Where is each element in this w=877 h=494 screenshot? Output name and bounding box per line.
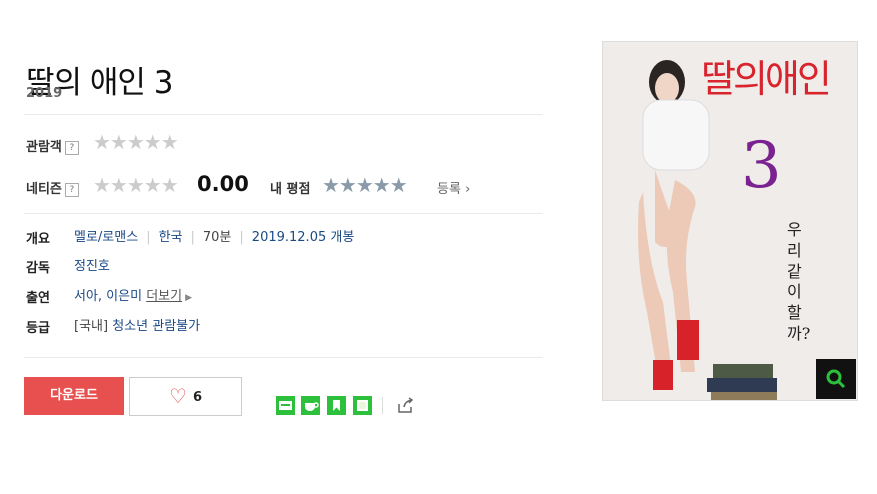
help-icon[interactable]: ?: [64, 183, 79, 197]
divider: [382, 397, 383, 414]
netizen-rating-label: 네티즌?: [26, 178, 79, 197]
divider: [24, 357, 543, 358]
cast-link[interactable]: 서아, 이은미: [74, 289, 142, 304]
poster-number: 3: [741, 129, 782, 203]
grade-label: 등급: [26, 321, 50, 336]
country-link[interactable]: 한국: [159, 230, 183, 245]
share-icon[interactable]: [396, 396, 415, 415]
release-date-link[interactable]: 2019.12.05 개봉: [252, 230, 355, 245]
more-cast-link[interactable]: 더보기: [146, 289, 182, 304]
like-button[interactable]: ♡ 6: [129, 377, 242, 416]
divider: [24, 213, 543, 214]
blog-share-icon[interactable]: [276, 396, 295, 415]
heart-icon: ♡: [169, 384, 187, 408]
cast-label: 출연: [26, 291, 50, 306]
cafe-share-icon[interactable]: [301, 396, 320, 415]
overview-values: 멜로/로맨스 | 한국 | 70분 | 2019.12.05 개봉: [74, 230, 355, 245]
genre-link[interactable]: 멜로/로맨스: [74, 230, 138, 245]
cast-values: 서아, 이은미 더보기 ▶: [74, 285, 192, 304]
movie-poster[interactable]: 딸의애인 3 우리 같이 할까?: [602, 41, 858, 401]
netizen-score: 0.00: [197, 172, 249, 196]
caret-right-icon: ▶: [185, 293, 193, 303]
search-icon: [826, 369, 846, 389]
director-label: 감독: [26, 261, 50, 276]
grade-values: [국내] 청소년 관람불가: [74, 315, 200, 334]
like-count: 6: [192, 390, 202, 405]
director-link[interactable]: 정진호: [74, 255, 110, 274]
netizen-stars: ★★★★★: [93, 173, 179, 197]
download-button[interactable]: 다운로드: [24, 377, 124, 415]
grade-link[interactable]: 청소년 관람불가: [112, 319, 200, 334]
my-rating-label: 내 평점: [270, 182, 311, 197]
my-rating-stars[interactable]: ★★★★★: [322, 173, 408, 197]
overview-label: 개요: [26, 232, 50, 247]
chevron-right-icon: ›: [465, 182, 471, 197]
zoom-button[interactable]: [816, 359, 856, 399]
release-year: 2019: [26, 86, 63, 101]
runtime: 70분: [202, 230, 232, 245]
note-share-icon[interactable]: [353, 396, 372, 415]
help-icon[interactable]: ?: [64, 141, 79, 155]
poster-title: 딸의애인: [701, 57, 832, 101]
register-rating-link[interactable]: 등록 ›: [437, 178, 470, 197]
grade-prefix: [국내]: [74, 319, 109, 334]
audience-stars: ★★★★★: [93, 130, 179, 154]
divider: [24, 114, 543, 115]
bookmark-share-icon[interactable]: [327, 396, 346, 415]
poster-tagline: 우리 같이 할까?: [787, 220, 811, 343]
audience-rating-label: 관람객?: [26, 136, 79, 155]
